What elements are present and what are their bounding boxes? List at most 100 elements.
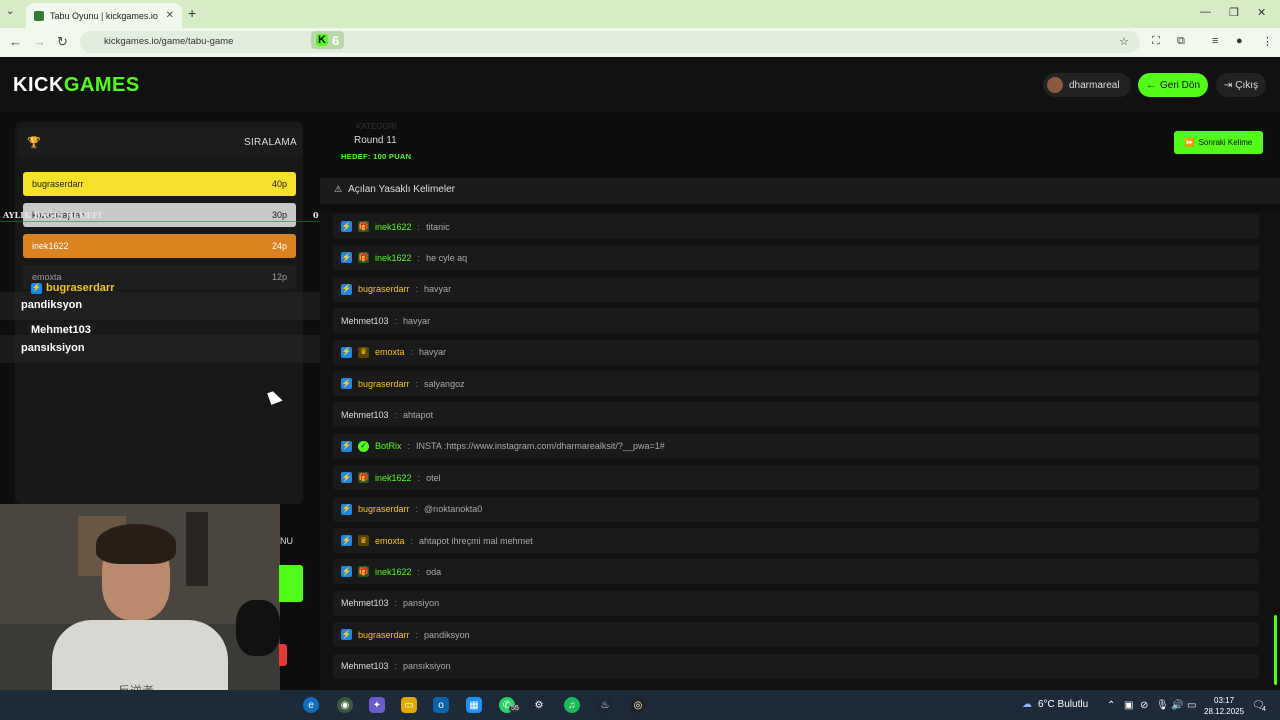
- chat-username[interactable]: inek1622: [375, 473, 412, 483]
- edge-icon[interactable]: e: [303, 697, 319, 713]
- profile-icon[interactable]: ●: [1236, 35, 1243, 47]
- overlay-chat-message: pansıksiyon: [21, 342, 85, 354]
- clock[interactable]: 03:17 28.12.2025: [1204, 695, 1244, 717]
- chat-message-text: salyangoz: [424, 378, 465, 389]
- microphone-icon[interactable]: 🎙: [1156, 700, 1169, 711]
- chat-message-text: oda: [426, 566, 442, 577]
- logout-button[interactable]: ⇥ Çıkış: [1216, 73, 1266, 97]
- screenshot-icon[interactable]: ⛶: [1152, 35, 1160, 48]
- settings-icon[interactable]: ⚙: [531, 697, 547, 713]
- chat-username[interactable]: bugraserdarr: [358, 504, 410, 514]
- kick-extension-icon[interactable]: K 6: [311, 31, 345, 49]
- bookmark-star-icon[interactable]: ☆: [1119, 35, 1129, 48]
- file-explorer-icon[interactable]: ▭: [401, 697, 417, 713]
- kick-extension-count: 6: [331, 32, 340, 48]
- leaderboard-name: inek1622: [32, 241, 69, 251]
- kick-badge-icon: ⚡: [341, 378, 352, 389]
- user-profile-pill[interactable]: dharmareal: [1043, 73, 1131, 97]
- tray-chevron-icon[interactable]: ⌃: [1107, 700, 1115, 711]
- gift-badge-icon: 🎁: [358, 472, 369, 484]
- kick-badge-icon: ⚡: [341, 629, 352, 641]
- chat-separator: :: [415, 504, 419, 515]
- chat-username[interactable]: BotRix: [375, 441, 402, 451]
- kickgames-logo[interactable]: KICKGAMES: [13, 74, 140, 97]
- chat-username[interactable]: Mehmet103: [341, 598, 389, 608]
- chat-separator: :: [417, 252, 421, 263]
- next-word-button[interactable]: ⏩ Sonraki Kelime: [1174, 131, 1263, 154]
- back-button[interactable]: ← Geri Dön: [1138, 73, 1208, 97]
- steam-icon[interactable]: ♨: [597, 697, 613, 713]
- leaderboard-name: bugraserdarr: [32, 179, 84, 189]
- webcam-overlay: 反逆者: [0, 504, 280, 690]
- media-icon[interactable]: ≡: [1212, 35, 1218, 47]
- partial-red-button[interactable]: [279, 644, 287, 666]
- chat-message-row: ⚡ bugraserdarr: @noktanokta0: [333, 496, 1259, 522]
- chat-username[interactable]: Mehmet103: [341, 410, 389, 420]
- extensions-icon[interactable]: ⧉: [1177, 35, 1185, 48]
- partial-green-button[interactable]: [279, 565, 303, 602]
- store-icon[interactable]: ▦: [466, 697, 482, 713]
- chat-separator: :: [415, 629, 419, 640]
- restore-icon[interactable]: ❐: [1229, 6, 1239, 19]
- overlay-chat-message: pandiksyon: [21, 299, 83, 311]
- chat-username[interactable]: inek1622: [375, 253, 412, 263]
- chat-message-text: INSTA :https://www.instagram.com/dharmar…: [416, 441, 665, 452]
- new-tab-icon[interactable]: +: [188, 5, 196, 21]
- chat-username[interactable]: emoxta: [375, 536, 405, 546]
- trophy-icon: 🏆: [27, 137, 41, 149]
- tab-close-icon[interactable]: ✕: [166, 10, 174, 21]
- chat-message-text: ahtapot ihreçmi mal mehmet: [419, 535, 533, 546]
- forward-icon[interactable]: →: [33, 34, 46, 49]
- obs-icon[interactable]: ◎: [630, 697, 646, 713]
- kick-badge-icon: ⚡: [341, 566, 352, 578]
- menu-icon[interactable]: ⋮: [1262, 35, 1273, 48]
- chat-username[interactable]: emoxta: [375, 347, 405, 357]
- chat-separator: :: [394, 315, 398, 326]
- back-icon[interactable]: ←: [9, 34, 22, 49]
- chat-separator: :: [407, 441, 411, 452]
- browser-tab[interactable]: Tabu Oyunu | kickgames.io ✕: [26, 3, 182, 28]
- outlook-icon[interactable]: o: [433, 697, 449, 713]
- chat-separator: :: [417, 221, 421, 232]
- chat-username[interactable]: inek1622: [375, 567, 412, 577]
- kick-badge-icon: ⚡: [341, 535, 352, 546]
- clock-time: 03:17: [1214, 696, 1235, 705]
- chat-username[interactable]: bugraserdarr: [358, 630, 410, 640]
- chat-username[interactable]: Mehmet103: [341, 661, 389, 671]
- logout-icon: ⇥: [1223, 79, 1233, 91]
- kick-badge-icon: ⚡: [31, 282, 42, 294]
- leaderboard-points: 24p: [271, 241, 287, 251]
- chat-separator: :: [394, 661, 398, 672]
- copilot-icon[interactable]: ✦: [369, 697, 385, 713]
- verified-badge-icon: ✓: [358, 440, 369, 452]
- tray-app-icon[interactable]: ▣: [1124, 700, 1133, 711]
- chat-message-row: Mehmet103: pansıksiyon: [333, 653, 1259, 679]
- chat-username[interactable]: Mehmet103: [341, 316, 389, 326]
- window-close-icon[interactable]: ✕: [1257, 6, 1266, 19]
- chat-username[interactable]: bugraserdarr: [358, 379, 410, 389]
- username: dharmareal: [1069, 79, 1120, 91]
- chat-username[interactable]: inek1622: [375, 222, 412, 232]
- spotify-icon[interactable]: ♫: [564, 697, 580, 713]
- weather-widget[interactable]: ☁ 6°C Bulutlu: [1022, 699, 1088, 710]
- chat-username[interactable]: bugraserdarr: [358, 284, 410, 294]
- url-field[interactable]: kickgames.io/game/tabu-game: [80, 31, 1140, 53]
- display-icon[interactable]: ▭: [1187, 700, 1196, 711]
- chat-message-text: havyar: [403, 315, 431, 326]
- volume-icon[interactable]: 🔊: [1171, 700, 1183, 711]
- chrome-icon[interactable]: ◉: [337, 697, 353, 713]
- reload-icon[interactable]: ↻: [57, 34, 68, 50]
- chat-separator: :: [415, 378, 419, 389]
- next-word-label: Sonraki Kelime: [1198, 138, 1253, 147]
- leaderboard-row: inek1622 24p: [23, 234, 296, 258]
- chat-message-text: otel: [426, 472, 441, 483]
- tab-search-icon[interactable]: ⌄: [6, 6, 14, 17]
- chat-separator: :: [410, 535, 414, 546]
- chat-message-row: ⚡ bugraserdarr: pandiksyon: [333, 622, 1259, 648]
- logo-accent: GAMES: [63, 74, 140, 96]
- tray-network-off-icon[interactable]: ⊘: [1140, 700, 1148, 711]
- chat-scrollbar[interactable]: [1274, 615, 1277, 685]
- overlay-user-name: bugraserdarr: [46, 282, 115, 294]
- minimize-icon[interactable]: —: [1200, 6, 1211, 18]
- chat-message-row: Mehmet103: havyar: [333, 308, 1259, 334]
